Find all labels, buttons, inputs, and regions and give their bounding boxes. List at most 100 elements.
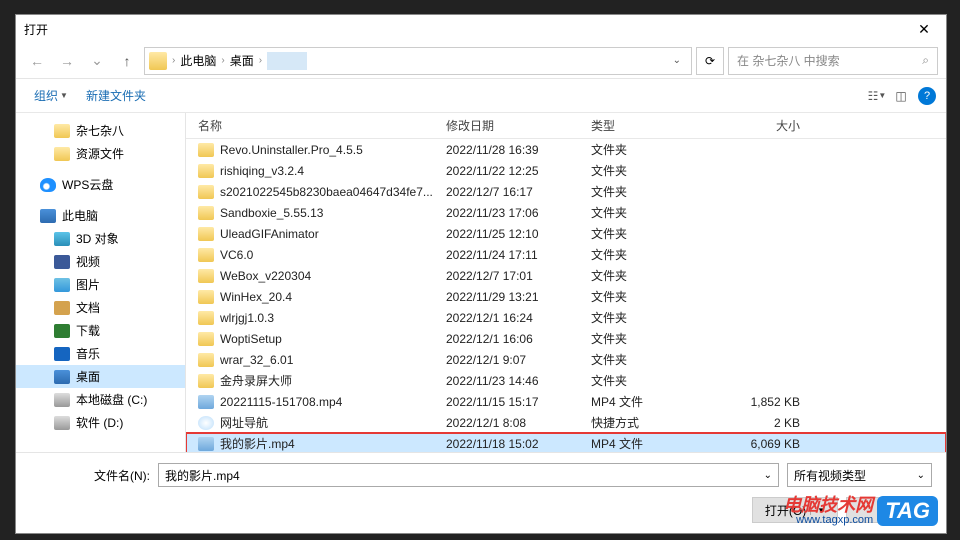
filename-label: 文件名(N):: [30, 467, 150, 484]
file-name: rishiqing_v3.2.4: [220, 164, 304, 178]
tree-item-10[interactable]: 桌面: [16, 365, 185, 388]
file-name: UleadGIFAnimator: [220, 227, 319, 241]
col-name[interactable]: 名称: [186, 117, 446, 134]
help-button[interactable]: ?: [918, 87, 936, 105]
up-button[interactable]: ↑: [114, 48, 140, 74]
file-name: Sandboxie_5.55.13: [220, 206, 323, 220]
tree-item-1[interactable]: 资源文件: [16, 142, 185, 165]
file-row[interactable]: Revo.Uninstaller.Pro_4.5.52022/11/28 16:…: [186, 139, 946, 160]
navigation-tree: 杂七杂八资源文件 WPS云盘此电脑3D 对象视频图片文档下载音乐桌面本地磁盘 (C…: [16, 113, 186, 452]
file-size: 6,069 KB: [706, 437, 816, 451]
file-date: 2022/12/1 16:24: [446, 311, 591, 325]
back-button[interactable]: ←: [24, 48, 50, 74]
folder-icon: [198, 185, 214, 199]
column-headers: 名称 修改日期 类型 大小: [186, 113, 946, 139]
folder-icon: [198, 248, 214, 262]
file-row[interactable]: 金舟录屏大师2022/11/23 14:46文件夹: [186, 370, 946, 391]
tree-item-9[interactable]: 音乐: [16, 342, 185, 365]
address-dropdown[interactable]: ⌄: [667, 55, 687, 66]
col-size[interactable]: 大小: [706, 117, 816, 134]
file-type: 文件夹: [591, 183, 706, 200]
tree-item-0[interactable]: 杂七杂八: [16, 119, 185, 142]
tree-item-4[interactable]: 3D 对象: [16, 227, 185, 250]
folder-icon: [198, 311, 214, 325]
crumb-thispc[interactable]: 此电脑: [180, 52, 216, 69]
tree-item-12[interactable]: 软件 (D:): [16, 411, 185, 434]
tree-item-5[interactable]: 视频: [16, 250, 185, 273]
file-row[interactable]: 我的影片.mp42022/11/18 15:02MP4 文件6,069 KB: [186, 433, 946, 452]
tree-item-label: 资源文件: [76, 145, 124, 162]
chevron-down-icon[interactable]: ⌄: [764, 470, 772, 481]
tree-item-label: 音乐: [76, 345, 100, 362]
tree-item-label: 软件 (D:): [76, 414, 123, 431]
file-name: WoptiSetup: [220, 332, 282, 346]
file-row[interactable]: WinHex_20.42022/11/29 13:21文件夹: [186, 286, 946, 307]
file-type: 文件夹: [591, 204, 706, 221]
file-date: 2022/12/1 8:08: [446, 416, 591, 430]
file-type: 文件夹: [591, 330, 706, 347]
file-pane: 名称 修改日期 类型 大小 Revo.Uninstaller.Pro_4.5.5…: [186, 113, 946, 452]
tree-item-6[interactable]: 图片: [16, 273, 185, 296]
file-row[interactable]: WeBox_v2203042022/12/7 17:01文件夹: [186, 265, 946, 286]
recent-button[interactable]: ⌄: [84, 48, 110, 74]
tree-item-11[interactable]: 本地磁盘 (C:): [16, 388, 185, 411]
file-row[interactable]: rishiqing_v3.2.42022/11/22 12:25文件夹: [186, 160, 946, 181]
tree-item-label: 杂七杂八: [76, 122, 124, 139]
organize-menu[interactable]: 组织 ▼: [26, 83, 76, 108]
crumb-desktop[interactable]: 桌面: [230, 52, 254, 69]
file-size: 2 KB: [706, 416, 816, 430]
file-name: 我的影片.mp4: [220, 435, 295, 452]
chevron-down-icon: ▼: [60, 91, 68, 100]
col-type[interactable]: 类型: [591, 117, 706, 134]
file-type-filter[interactable]: 所有视频类型 ⌄: [787, 463, 932, 487]
tree-item-label: 图片: [76, 276, 100, 293]
pc-icon: [40, 209, 56, 223]
crumb-current[interactable]: [267, 52, 307, 70]
file-date: 2022/11/23 14:46: [446, 374, 591, 388]
view-menu[interactable]: ☷▼: [866, 85, 888, 107]
file-row[interactable]: 20221115-151708.mp42022/11/15 15:17MP4 文…: [186, 391, 946, 412]
open-dialog: 打开 ✕ ← → ⌄ ↑ › 此电脑 › 桌面 › ⌄ ⟳ 在 杂七杂八 中搜索…: [15, 14, 947, 534]
address-bar[interactable]: › 此电脑 › 桌面 › ⌄: [144, 47, 692, 75]
tree-item-3[interactable]: 此电脑: [16, 204, 185, 227]
file-list[interactable]: Revo.Uninstaller.Pro_4.5.52022/11/28 16:…: [186, 139, 946, 452]
folder-icon: [198, 269, 214, 283]
file-row[interactable]: Sandboxie_5.55.132022/11/23 17:06文件夹: [186, 202, 946, 223]
file-row[interactable]: UleadGIFAnimator2022/11/25 12:10文件夹: [186, 223, 946, 244]
forward-button[interactable]: →: [54, 48, 80, 74]
panel-icon: ◫: [895, 89, 906, 103]
chevron-right-icon: ›: [218, 55, 227, 66]
file-type: 快捷方式: [591, 414, 706, 431]
file-type: 文件夹: [591, 225, 706, 242]
file-name: WeBox_v220304: [220, 269, 311, 283]
file-name: wlrjgj1.0.3: [220, 311, 274, 325]
file-type: 文件夹: [591, 246, 706, 263]
mp4-icon: [198, 437, 214, 451]
folder-icon: [198, 353, 214, 367]
download-icon: [54, 324, 70, 338]
close-button[interactable]: ✕: [902, 15, 946, 43]
file-row[interactable]: wrar_32_6.012022/12/1 9:07文件夹: [186, 349, 946, 370]
video-icon: [54, 255, 70, 269]
tree-item-8[interactable]: 下载: [16, 319, 185, 342]
file-date: 2022/11/24 17:11: [446, 248, 591, 262]
file-row[interactable]: VC6.02022/11/24 17:11文件夹: [186, 244, 946, 265]
preview-toggle[interactable]: ◫: [890, 85, 912, 107]
file-row[interactable]: 网址导航2022/12/1 8:08快捷方式2 KB: [186, 412, 946, 433]
file-row[interactable]: s2021022545b8230baea04647d34fe7...2022/1…: [186, 181, 946, 202]
folder-icon: [198, 290, 214, 304]
tree-item-7[interactable]: 文档: [16, 296, 185, 319]
filename-input[interactable]: 我的影片.mp4 ⌄: [158, 463, 779, 487]
file-date: 2022/11/28 16:39: [446, 143, 591, 157]
refresh-button[interactable]: ⟳: [696, 47, 724, 75]
file-type: MP4 文件: [591, 435, 706, 452]
chevron-down-icon: ⌄: [91, 52, 103, 69]
file-name: 金舟录屏大师: [220, 372, 292, 389]
file-row[interactable]: WoptiSetup2022/12/1 16:06文件夹: [186, 328, 946, 349]
col-date[interactable]: 修改日期: [446, 117, 591, 134]
tree-item-2[interactable]: WPS云盘: [16, 173, 185, 196]
file-name: s2021022545b8230baea04647d34fe7...: [220, 185, 433, 199]
search-input[interactable]: 在 杂七杂八 中搜索 ⌕: [728, 47, 938, 75]
new-folder-button[interactable]: 新建文件夹: [78, 83, 154, 108]
file-row[interactable]: wlrjgj1.0.32022/12/1 16:24文件夹: [186, 307, 946, 328]
